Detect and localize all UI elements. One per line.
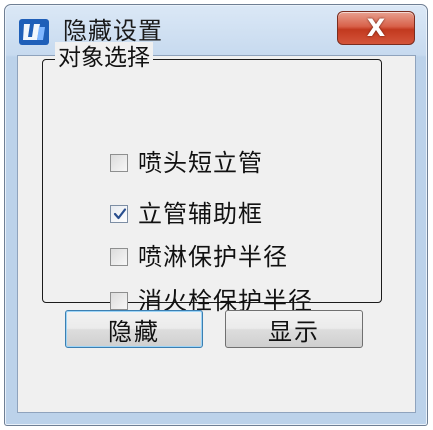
group-legend: 对象选择: [55, 42, 153, 74]
checkbox-sprinkler-protect-radius[interactable]: 喷淋保护半径: [110, 240, 288, 274]
show-button[interactable]: 显示: [225, 310, 363, 348]
checkbox-box[interactable]: [110, 292, 128, 310]
checkmark-icon: [113, 208, 127, 220]
checkbox-riser-aux-frame[interactable]: 立管辅助框: [110, 197, 263, 231]
close-icon: X: [366, 14, 386, 42]
checkbox-label: 立管辅助框: [138, 200, 263, 228]
app-logo-icon: [19, 19, 49, 45]
dialog-window: 隐藏设置 X 对象选择 喷头短立管 立管辅助框 喷淋保护半径 消火栓保护半径 隐…: [4, 4, 428, 426]
close-button[interactable]: X: [337, 11, 415, 45]
hide-button[interactable]: 隐藏: [65, 310, 203, 348]
checkbox-label: 喷淋保护半径: [138, 243, 288, 271]
checkbox-box[interactable]: [110, 248, 128, 266]
checkbox-box[interactable]: [110, 154, 128, 172]
checkbox-label: 喷头短立管: [138, 149, 263, 177]
checkbox-sprinkler-short-riser[interactable]: 喷头短立管: [110, 146, 263, 180]
checkbox-box[interactable]: [110, 205, 128, 223]
